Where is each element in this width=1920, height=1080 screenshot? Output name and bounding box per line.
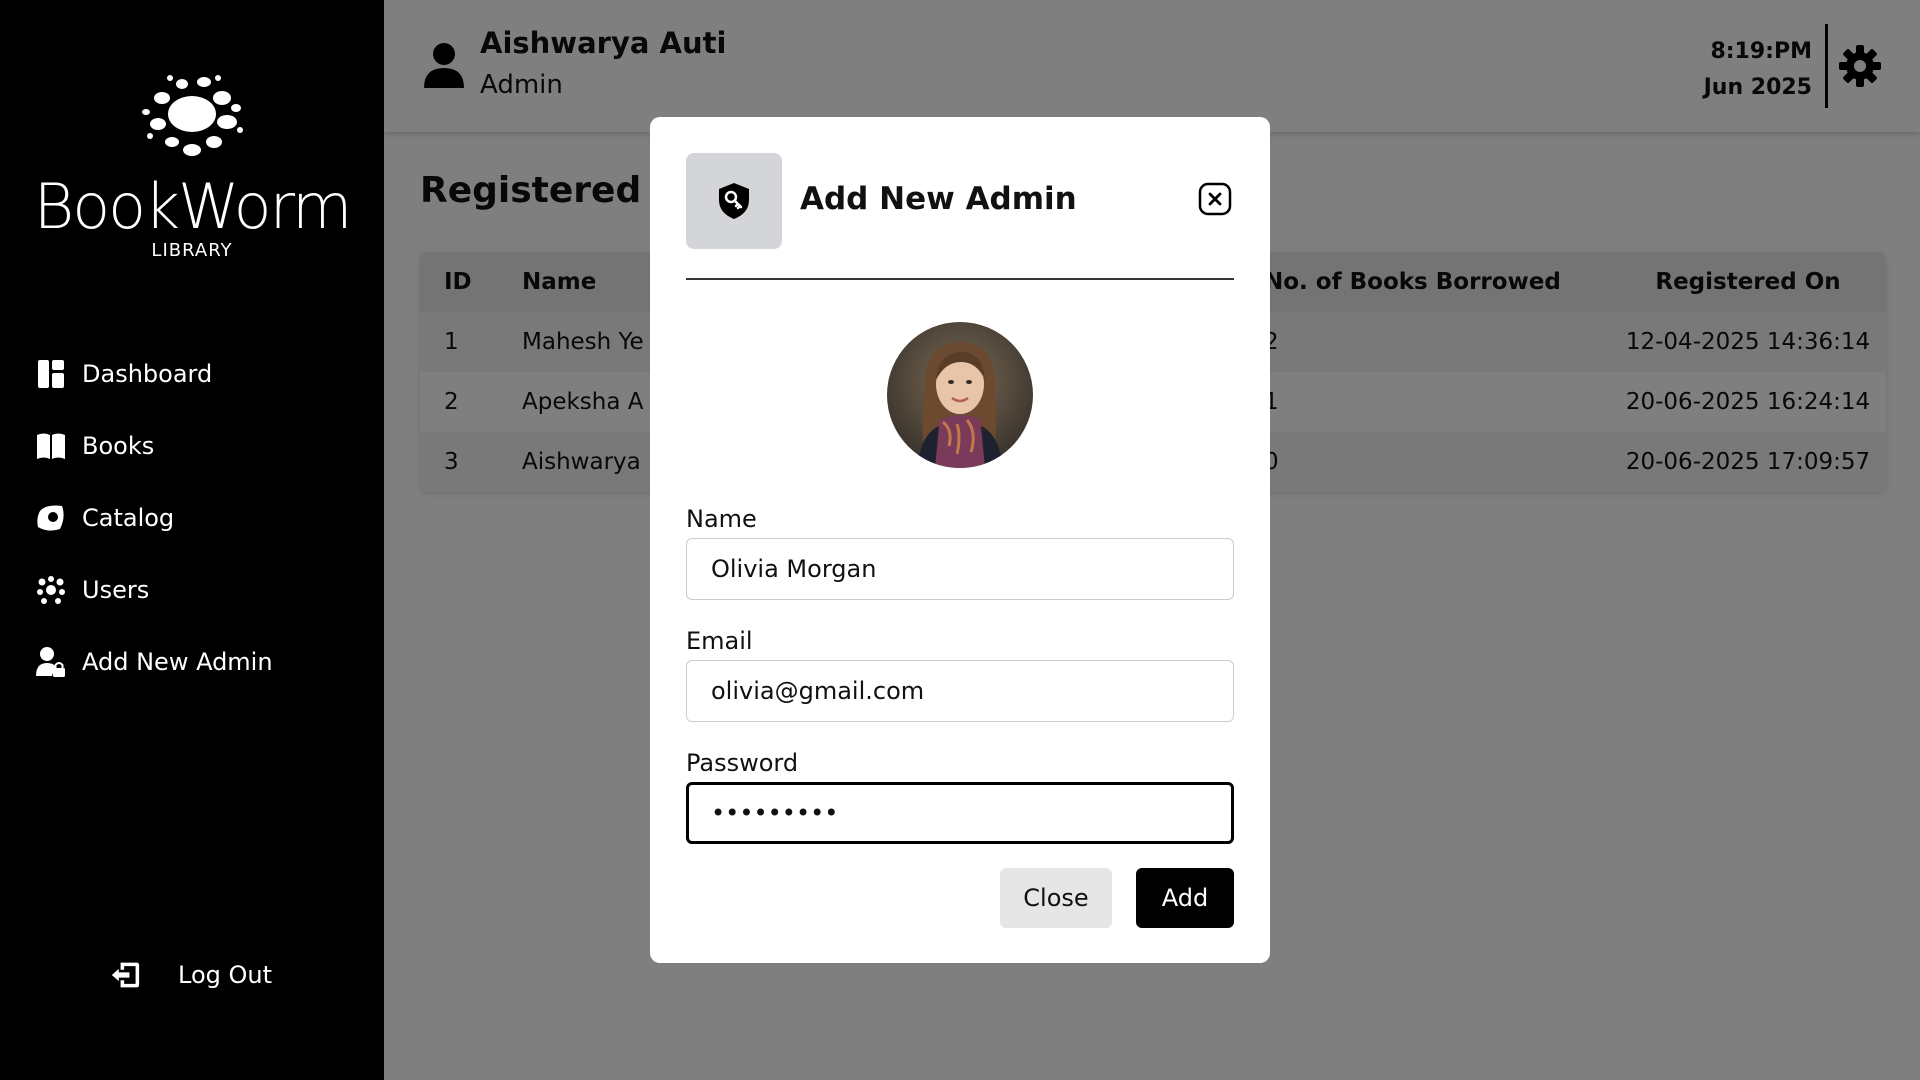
logout-label: Log Out	[178, 961, 273, 989]
name-label: Name	[686, 505, 757, 533]
sidebar: BookWorm LIBRARY Dashboard Books Catalog	[0, 0, 384, 1080]
add-button[interactable]: Add	[1136, 868, 1234, 928]
book-icon	[36, 431, 66, 461]
sidebar-item-add-new-admin[interactable]: Add New Admin	[36, 626, 356, 698]
logout-button[interactable]: Log Out	[110, 960, 272, 990]
close-button[interactable]: Close	[1000, 868, 1112, 928]
logo-subtitle: LIBRARY	[151, 240, 233, 261]
users-icon	[36, 575, 66, 605]
modal-divider	[686, 278, 1234, 280]
shield-key-icon	[719, 183, 749, 219]
password-field[interactable]: •••••••••	[686, 782, 1234, 844]
sidebar-item-catalog[interactable]: Catalog	[36, 482, 356, 554]
close-icon[interactable]	[1198, 182, 1232, 216]
sidebar-item-label: Catalog	[82, 504, 175, 532]
email-field[interactable]: olivia@gmail.com	[686, 660, 1234, 722]
name-field[interactable]: Olivia Morgan	[686, 538, 1234, 600]
logo: BookWorm LIBRARY	[0, 68, 384, 261]
dashboard-icon	[36, 359, 66, 389]
sidebar-item-users[interactable]: Users	[36, 554, 356, 626]
avatar-photo	[887, 322, 1033, 468]
sidebar-item-label: Dashboard	[82, 360, 213, 388]
sidebar-item-label: Users	[82, 576, 150, 604]
modal-title: Add New Admin	[800, 181, 1077, 217]
logo-mark-icon	[142, 75, 243, 156]
email-label: Email	[686, 627, 753, 655]
add-admin-modal: Add New Admin Name Olivia Morgan Email o…	[650, 117, 1270, 963]
sidebar-nav: Dashboard Books Catalog Users Add New Ad…	[36, 338, 356, 698]
sidebar-item-label: Add New Admin	[82, 648, 273, 676]
sidebar-item-label: Books	[82, 432, 155, 460]
avatar[interactable]	[887, 322, 1033, 468]
logout-icon	[110, 960, 140, 990]
modal-badge	[686, 153, 782, 249]
logo-title: BookWorm	[33, 170, 353, 243]
catalog-icon	[36, 503, 66, 533]
add-admin-icon	[36, 647, 66, 677]
sidebar-item-dashboard[interactable]: Dashboard	[36, 338, 356, 410]
sidebar-item-books[interactable]: Books	[36, 410, 356, 482]
password-label: Password	[686, 749, 799, 777]
